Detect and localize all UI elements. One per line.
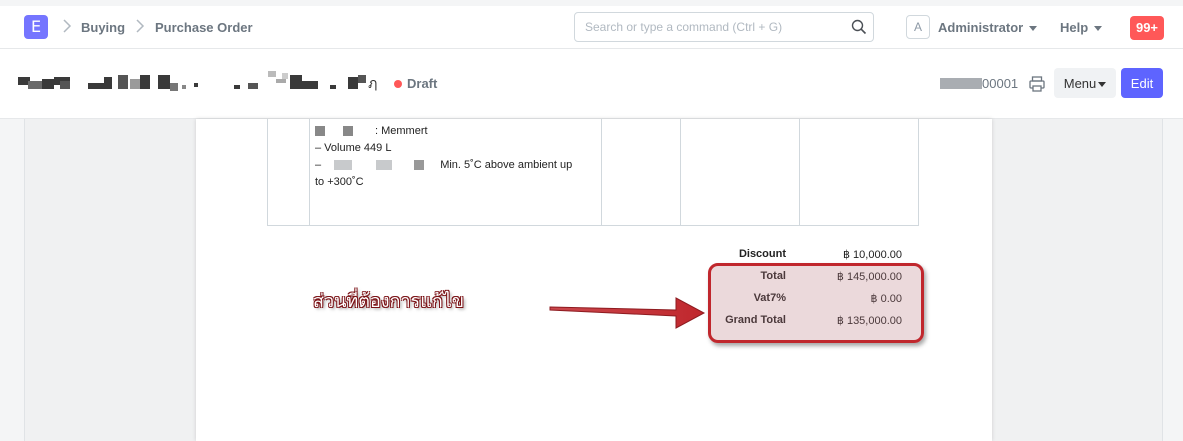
print-icon[interactable] bbox=[1028, 75, 1046, 93]
annotation-arrow-icon bbox=[549, 297, 706, 329]
items-table: : Memmert – Volume 449 L – Min. 5˚C abov… bbox=[267, 119, 919, 226]
page-header: ฦ Draft 00001 Menu Edit bbox=[0, 49, 1183, 119]
caret-down-icon bbox=[1094, 26, 1103, 32]
redacted-block bbox=[940, 78, 982, 89]
item-brand-line: : Memmert bbox=[315, 123, 595, 140]
app-logo[interactable]: E bbox=[24, 15, 48, 39]
menu-button[interactable]: Menu bbox=[1054, 68, 1116, 98]
document-name: 00001 bbox=[940, 76, 1018, 91]
table-divider bbox=[309, 119, 310, 226]
search-icon[interactable] bbox=[851, 19, 867, 35]
table-divider bbox=[601, 119, 602, 226]
table-divider bbox=[680, 119, 681, 226]
caret-down-icon bbox=[1098, 81, 1107, 87]
menu-button-label: Menu bbox=[1063, 75, 1097, 91]
notification-badge[interactable]: 99+ bbox=[1130, 16, 1164, 40]
chevron-right-icon bbox=[63, 19, 72, 33]
search-input[interactable] bbox=[575, 13, 835, 41]
help-menu[interactable]: Help bbox=[1060, 20, 1103, 35]
totals-label: Discount bbox=[738, 248, 786, 260]
status-label: Draft bbox=[407, 76, 438, 91]
item-description: : Memmert – Volume 449 L – Min. 5˚C abov… bbox=[315, 123, 595, 191]
edit-button[interactable]: Edit bbox=[1121, 68, 1163, 98]
search-box[interactable] bbox=[574, 12, 874, 42]
help-menu-label: Help bbox=[1060, 20, 1089, 35]
table-divider bbox=[799, 119, 800, 226]
item-temp-prefix: – bbox=[315, 159, 322, 171]
document-number: 00001 bbox=[982, 76, 1019, 91]
item-temp-cont: to +300˚C bbox=[315, 176, 364, 188]
totals-value: ฿ 10,000.00 bbox=[843, 249, 902, 261]
user-menu[interactable]: Administrator bbox=[938, 20, 1038, 35]
navbar: E Buying Purchase Order A Administrator … bbox=[0, 6, 1183, 49]
item-brand: : Memmert bbox=[375, 125, 428, 137]
content-area: : Memmert – Volume 449 L – Min. 5˚C abov… bbox=[0, 119, 1183, 441]
item-volume: – Volume 449 L bbox=[315, 142, 392, 154]
breadcrumb-purchase-order[interactable]: Purchase Order bbox=[155, 20, 253, 35]
annotation-label: ส่วนที่ต้องการแก้ไข bbox=[313, 291, 465, 312]
caret-down-icon bbox=[1029, 26, 1038, 32]
item-temp-line: – Min. 5˚C above ambient up bbox=[315, 157, 595, 174]
page-title-redacted: ฦ bbox=[18, 71, 388, 95]
annotation-highlight-box bbox=[708, 263, 924, 343]
breadcrumb-buying[interactable]: Buying bbox=[81, 20, 125, 35]
user-menu-label: Administrator bbox=[938, 20, 1024, 35]
status-indicator-dot bbox=[394, 80, 402, 88]
chevron-right-icon bbox=[136, 19, 145, 33]
item-temp-text: Min. 5˚C above ambient up bbox=[440, 159, 573, 171]
avatar[interactable]: A bbox=[906, 15, 930, 39]
